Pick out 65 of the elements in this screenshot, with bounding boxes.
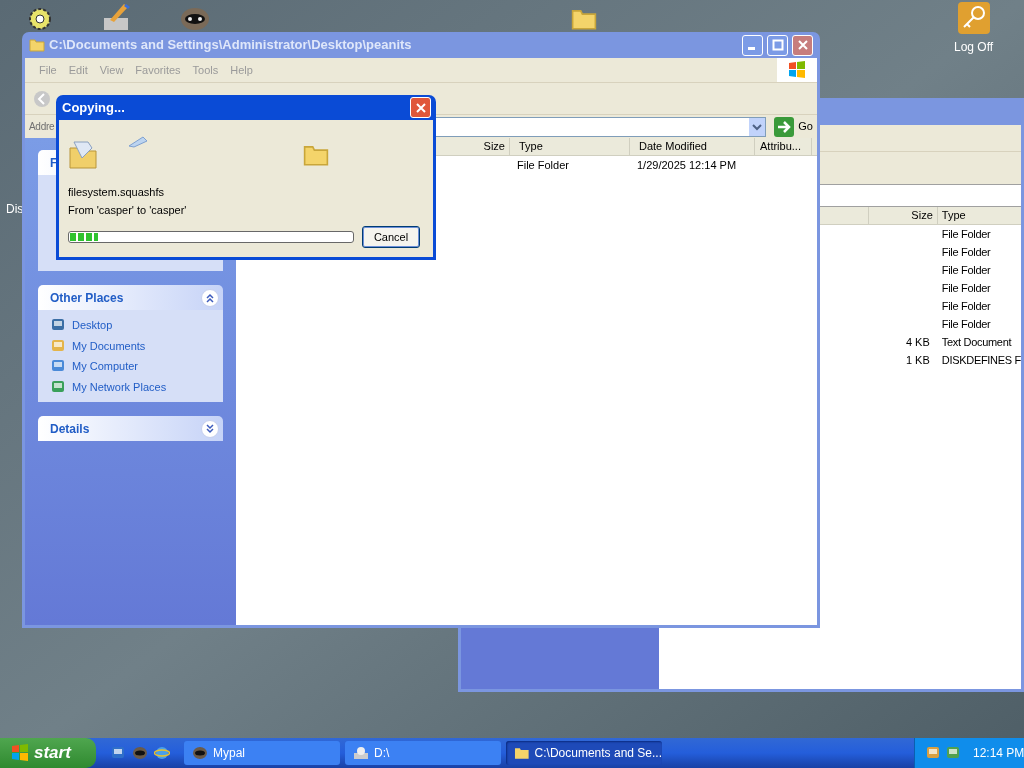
table-cell-text: DISKDEFINES F bbox=[940, 353, 1021, 369]
table-cell-text: Text Document bbox=[940, 335, 1012, 351]
tray-icon bbox=[925, 745, 941, 761]
globe-icon[interactable] bbox=[154, 745, 170, 761]
cancel-button[interactable]: Cancel bbox=[362, 226, 420, 248]
desktop-icon-label: Log Off bbox=[954, 39, 994, 56]
folder-icon bbox=[29, 37, 45, 53]
expand-button[interactable] bbox=[201, 419, 219, 438]
address-label: Addre bbox=[29, 120, 55, 134]
windows-logo-icon bbox=[787, 60, 807, 80]
key-icon bbox=[958, 2, 990, 34]
table-cell-text: File Folder bbox=[940, 317, 991, 333]
close-button[interactable] bbox=[410, 97, 431, 118]
table-cell-text: File Folder bbox=[940, 245, 991, 261]
windows-logo-icon bbox=[10, 743, 30, 763]
table-cell-text: File Folder bbox=[940, 263, 991, 279]
minimize-button[interactable] bbox=[742, 34, 763, 56]
clock: 12:14 PM bbox=[973, 745, 1024, 762]
chevron-icon bbox=[204, 422, 216, 435]
panel-header[interactable]: Other Places bbox=[38, 285, 223, 310]
column-header[interactable]: Attribu... bbox=[755, 138, 812, 155]
panel-link[interactable]: Desktop bbox=[72, 317, 113, 334]
dropdown-icon[interactable] bbox=[749, 117, 766, 136]
close-icon bbox=[414, 101, 427, 114]
task-button[interactable]: C:\Documents and Se... bbox=[506, 741, 662, 765]
copy-route-text: From 'casper' to 'casper' bbox=[68, 202, 188, 218]
dialog-title: Copying... bbox=[62, 98, 125, 117]
table-cell-text: File Folder bbox=[516, 158, 570, 174]
task-button[interactable]: Mypal bbox=[184, 741, 340, 765]
open-folder-icon bbox=[68, 138, 98, 170]
address-field[interactable] bbox=[817, 184, 1021, 207]
drive-icon bbox=[353, 745, 369, 761]
panel-header[interactable]: Details bbox=[38, 416, 223, 441]
column-header[interactable]: Size bbox=[868, 207, 938, 224]
panel-title: Other Places bbox=[50, 289, 124, 307]
table-cell-text: File Folder bbox=[940, 299, 991, 315]
maximize-button[interactable] bbox=[767, 34, 788, 56]
minimize-icon bbox=[747, 47, 755, 50]
maximize-icon bbox=[771, 39, 784, 51]
close-button[interactable] bbox=[792, 34, 813, 56]
network-icon bbox=[50, 378, 66, 395]
start-button[interactable]: start bbox=[0, 738, 96, 768]
close-icon bbox=[796, 39, 809, 51]
folder-icon bbox=[514, 745, 530, 761]
table-cell: 4 KB bbox=[905, 336, 930, 349]
panel-link[interactable]: My Network Places bbox=[72, 378, 167, 395]
column-header[interactable]: Type bbox=[937, 207, 966, 224]
panel-link[interactable]: My Documents bbox=[72, 337, 146, 354]
table-cell-text: File Folder bbox=[940, 227, 991, 243]
panel-title: Details bbox=[50, 420, 90, 438]
task-button[interactable]: D:\ bbox=[345, 741, 501, 765]
desktop-icon-label: Dis bbox=[6, 201, 24, 218]
table-cell: 1 KB bbox=[905, 354, 930, 367]
tray-icon bbox=[945, 745, 961, 761]
table-cell-text: 1/29/2025 12:14 PM bbox=[636, 158, 737, 174]
table-cell-text: File Folder bbox=[940, 281, 991, 297]
column-header[interactable]: Date Modified bbox=[630, 138, 755, 155]
file-name: filesystem.squashfs bbox=[68, 185, 165, 200]
go-button[interactable]: Go bbox=[770, 116, 817, 137]
chevron-icon bbox=[204, 291, 216, 304]
panel-link[interactable]: My Computer bbox=[72, 358, 139, 375]
window-title: C:\Documents and Settings\Administrator\Desktop\peanits bbox=[49, 36, 413, 55]
documents-folder-icon bbox=[50, 337, 66, 354]
column-header[interactable]: Type bbox=[510, 138, 630, 155]
collapse-button[interactable] bbox=[201, 288, 219, 307]
